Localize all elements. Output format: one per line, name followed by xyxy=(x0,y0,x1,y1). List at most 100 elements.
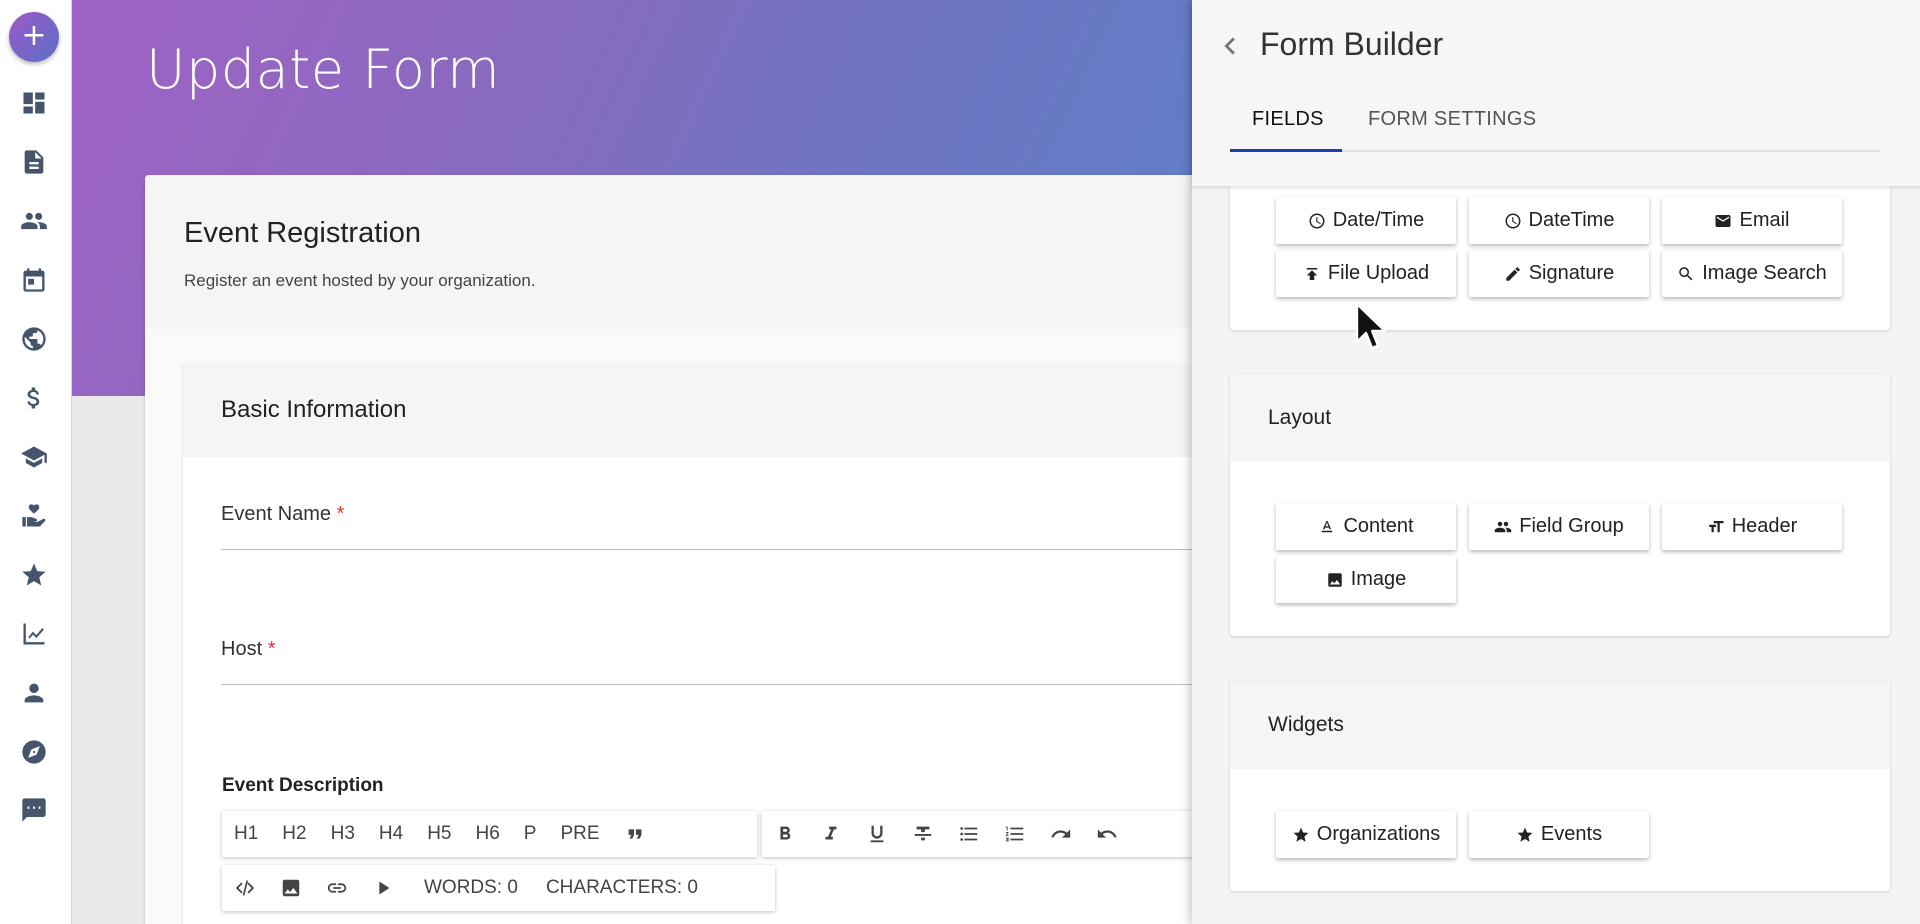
editor-toolbar-insert: WORDS: 0 CHARACTERS: 0 xyxy=(222,865,775,911)
sms-icon[interactable] xyxy=(19,795,49,825)
dashboard-icon[interactable] xyxy=(19,88,49,118)
content-label: Content xyxy=(1343,515,1414,537)
undo-icon[interactable] xyxy=(1084,811,1130,857)
nav-rail: + xyxy=(0,0,72,924)
header-button[interactable]: Header xyxy=(1662,503,1842,550)
clock-icon xyxy=(1309,213,1325,228)
insert-image-icon[interactable] xyxy=(268,865,314,911)
search-icon xyxy=(1679,266,1693,280)
clock-icon xyxy=(1505,213,1521,228)
h4-button[interactable]: H4 xyxy=(367,811,415,857)
email-icon xyxy=(1715,214,1731,227)
editor-toolbar-headings: H1 H2 H3 H4 H5 H6 P PRE xyxy=(222,811,757,857)
section-header: Basic Information xyxy=(183,363,1203,457)
underline-icon[interactable] xyxy=(854,811,900,857)
date-time-button[interactable]: Date/Time xyxy=(1276,197,1456,244)
form-card-header: Event Registration Register an event hos… xyxy=(145,175,1205,329)
widgets-title: Widgets xyxy=(1268,713,1344,736)
image-icon xyxy=(1327,572,1342,587)
star-icon[interactable] xyxy=(19,560,49,590)
h6-button[interactable]: H6 xyxy=(463,811,511,857)
star-icon xyxy=(1517,827,1533,842)
people-icon[interactable] xyxy=(19,206,49,236)
panel-title: Form Builder xyxy=(1260,26,1444,62)
required-mark: * xyxy=(267,638,276,660)
host-input[interactable] xyxy=(221,684,1203,685)
back-button[interactable] xyxy=(1212,28,1248,64)
organizations-label: Organizations xyxy=(1316,823,1441,845)
chevron-left-icon xyxy=(1224,37,1235,55)
chart-icon[interactable] xyxy=(19,619,49,649)
event-name-input[interactable] xyxy=(221,549,1203,550)
hand-heart-icon[interactable] xyxy=(19,501,49,531)
host-label: Host * xyxy=(221,638,275,661)
dollar-icon[interactable] xyxy=(19,383,49,413)
word-count: WORDS: 0 xyxy=(424,877,518,898)
email-button[interactable]: Email xyxy=(1662,197,1842,244)
quote-icon[interactable] xyxy=(612,811,658,857)
document-icon[interactable] xyxy=(19,147,49,177)
widgets-card-header: Widgets xyxy=(1230,681,1890,769)
add-button[interactable]: + xyxy=(9,12,59,62)
italic-icon[interactable] xyxy=(808,811,854,857)
signature-button[interactable]: Signature xyxy=(1469,250,1649,297)
events-label: Events xyxy=(1540,823,1603,845)
event-name-label-text: Event Name xyxy=(221,503,332,525)
image-search-label: Image Search xyxy=(1702,262,1827,284)
file-upload-label: File Upload xyxy=(1327,262,1430,284)
widgets-card: Widgets Organizations Events xyxy=(1230,681,1890,891)
character-count: CHARACTERS: 0 xyxy=(545,877,698,898)
tab-form-settings[interactable]: FORM SETTINGS xyxy=(1368,108,1536,131)
panel-header: Form Builder FIELDS FORM SETTINGS xyxy=(1192,0,1920,186)
tab-fields[interactable]: FIELDS xyxy=(1252,108,1324,131)
host-label-text: Host xyxy=(221,638,263,660)
form-subtitle: Register an event hosted by your organiz… xyxy=(184,271,536,290)
field-group-button[interactable]: Field Group xyxy=(1469,503,1649,550)
strikethrough-icon[interactable] xyxy=(900,811,946,857)
image-search-button[interactable]: Image Search xyxy=(1662,250,1842,297)
redo-icon[interactable] xyxy=(1038,811,1084,857)
graduation-cap-icon[interactable] xyxy=(19,442,49,472)
file-upload-button[interactable]: File Upload xyxy=(1276,250,1456,297)
h3-button[interactable]: H3 xyxy=(319,811,367,857)
layout-card-header: Layout xyxy=(1230,374,1890,462)
numbered-list-icon[interactable] xyxy=(992,811,1038,857)
h1-button[interactable]: H1 xyxy=(222,811,270,857)
h5-button[interactable]: H5 xyxy=(415,811,463,857)
events-button[interactable]: Events xyxy=(1469,811,1649,858)
h2-button[interactable]: H2 xyxy=(270,811,318,857)
mouse-cursor-icon xyxy=(1355,302,1389,359)
datetime-label: DateTime xyxy=(1528,209,1615,231)
code-icon[interactable] xyxy=(222,865,268,911)
date-time-label: Date/Time xyxy=(1332,209,1425,231)
person-icon[interactable] xyxy=(19,678,49,708)
datetime-button[interactable]: DateTime xyxy=(1469,197,1649,244)
event-description-label: Event Description xyxy=(222,775,384,796)
section-title: Basic Information xyxy=(221,396,407,423)
form-title: Event Registration xyxy=(184,217,421,249)
text-format-icon xyxy=(1322,520,1333,532)
pre-button[interactable]: PRE xyxy=(548,811,611,857)
email-label: Email xyxy=(1739,209,1790,231)
pencil-icon xyxy=(1505,266,1520,281)
link-icon[interactable] xyxy=(314,865,360,911)
group-icon xyxy=(1495,521,1512,532)
bullet-list-icon[interactable] xyxy=(946,811,992,857)
paragraph-button[interactable]: P xyxy=(512,811,549,857)
form-builder-panel: Form Builder FIELDS FORM SETTINGS Date/T… xyxy=(1192,0,1920,924)
required-mark: * xyxy=(336,503,345,525)
image-button[interactable]: Image xyxy=(1276,556,1456,603)
layout-title: Layout xyxy=(1268,406,1332,429)
organizations-button[interactable]: Organizations xyxy=(1276,811,1456,858)
play-icon[interactable] xyxy=(360,865,406,911)
editor-toolbar-formatting xyxy=(762,811,1192,857)
content-button[interactable]: Content xyxy=(1276,503,1456,550)
globe-icon[interactable] xyxy=(19,324,49,354)
image-label: Image xyxy=(1350,568,1407,590)
upload-icon xyxy=(1306,267,1318,280)
bold-icon[interactable] xyxy=(762,811,808,857)
calendar-icon[interactable] xyxy=(19,265,49,295)
star-icon xyxy=(1293,827,1309,842)
compass-icon[interactable] xyxy=(19,737,49,767)
event-name-label: Event Name * xyxy=(221,503,344,526)
